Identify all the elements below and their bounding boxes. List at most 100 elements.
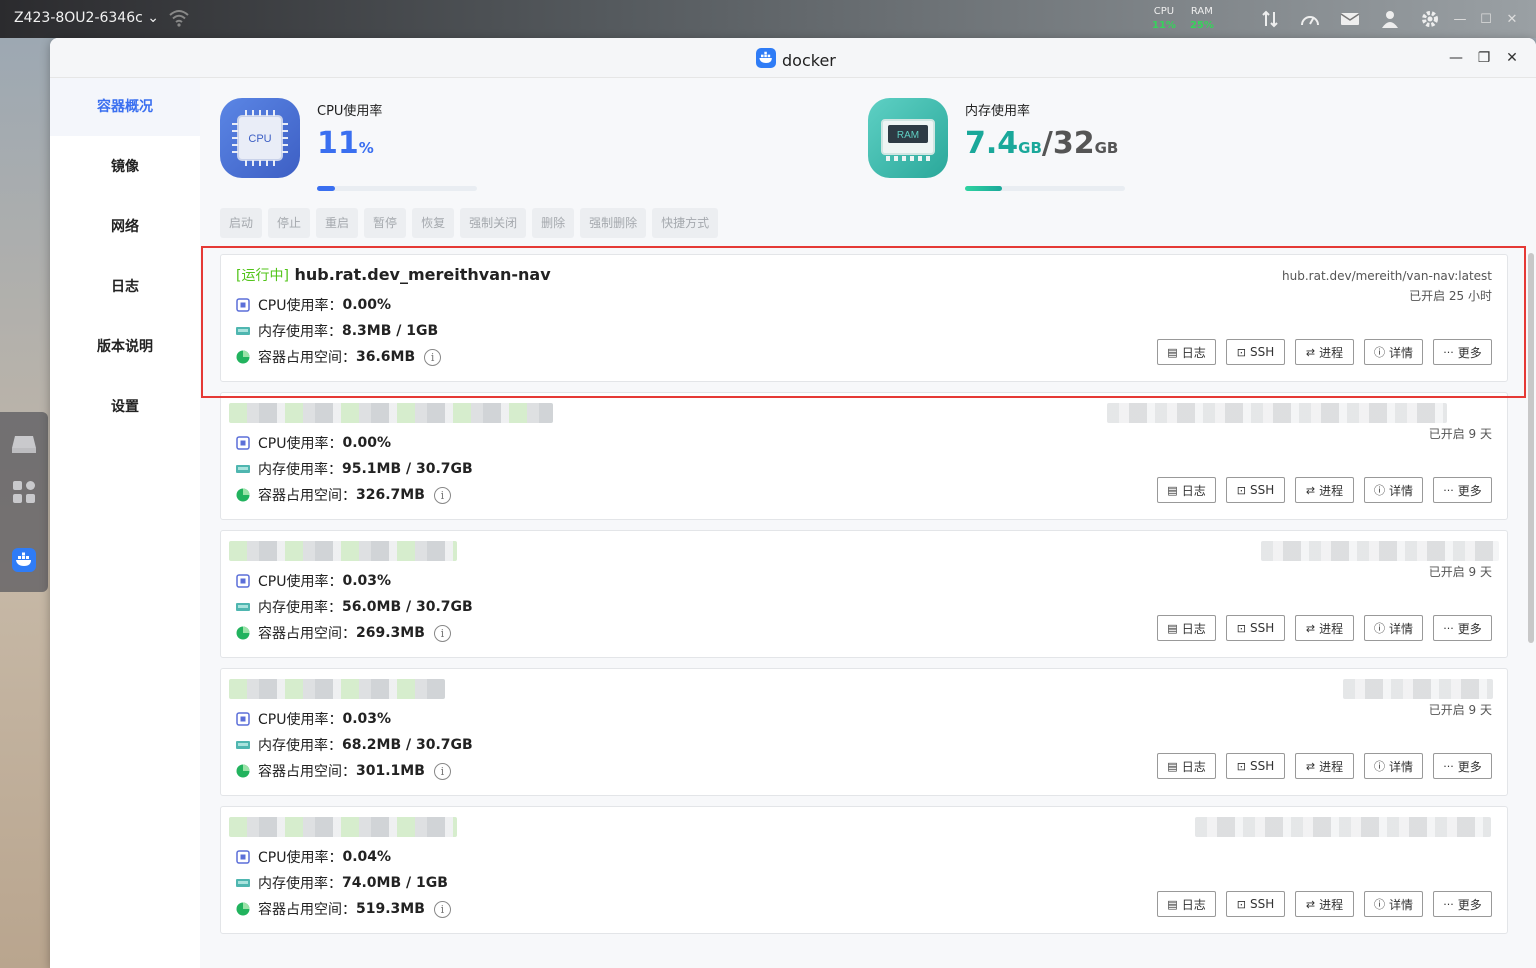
detail-button-label: 详情 xyxy=(1388,759,1413,774)
close-icon[interactable]: ✕ xyxy=(1504,8,1520,30)
speedometer-icon[interactable] xyxy=(1298,8,1322,30)
process-icon: ⇄ xyxy=(1305,897,1316,911)
container-actions: ▤ 日志 ⊡ SSH ⇄ 进程 ⓘ 详情 ··· 更多 xyxy=(1157,891,1492,917)
force-close-button[interactable]: 强制关闭 xyxy=(460,208,527,238)
user-icon[interactable] xyxy=(1378,8,1402,30)
minimize-icon[interactable]: — xyxy=(1452,8,1468,30)
log-button[interactable]: ▤ 日志 xyxy=(1157,615,1216,641)
more-button[interactable]: ··· 更多 xyxy=(1433,477,1492,503)
redacted-container-name xyxy=(229,403,553,423)
cpu-meter-label: CPU xyxy=(1153,6,1175,17)
ssh-button[interactable]: ⊡ SSH xyxy=(1226,891,1285,917)
more-button-label: 更多 xyxy=(1457,759,1482,774)
stop-button[interactable]: 停止 xyxy=(268,208,311,238)
sidebar-item-settings[interactable]: 设置 xyxy=(50,378,200,436)
container-card[interactable]: 已开启 9 天 CPU使用率： 0.00% 内存使用率： 95.1MB / 30.7… xyxy=(220,392,1508,520)
gear-icon[interactable] xyxy=(1418,8,1442,30)
disk-usage-row: 容器占用空间： 301.1MB i xyxy=(236,761,451,781)
sidebar-item-logs[interactable]: 日志 xyxy=(50,258,200,316)
container-card[interactable]: 已开启 9 天 CPU使用率： 0.03% 内存使用率： 68.2MB / 30.7… xyxy=(220,668,1508,796)
device-name-dropdown[interactable]: Z423-8OU2-6346c ⌄ xyxy=(14,10,159,26)
system-top-bar: Z423-8OU2-6346c ⌄ CPU 11% RAM 25% — ☐ ✕ xyxy=(0,0,1536,38)
redacted-container-name xyxy=(229,541,457,561)
mail-icon[interactable] xyxy=(1338,8,1362,30)
process-button[interactable]: ⇄ 进程 xyxy=(1295,339,1354,365)
ellipsis-icon: ··· xyxy=(1443,621,1454,635)
disk-usage-row: 容器占用空间： 519.3MB i xyxy=(236,899,451,919)
container-actions: ▤ 日志 ⊡ SSH ⇄ 进程 ⓘ 详情 ··· 更多 xyxy=(1157,615,1492,641)
maximize-icon[interactable]: ☐ xyxy=(1478,8,1494,30)
ram-meter-value: 25% xyxy=(1189,20,1214,31)
detail-button[interactable]: ⓘ 详情 xyxy=(1364,477,1423,503)
memory-usage-key: 内存使用率： xyxy=(258,738,342,754)
window-restore-icon[interactable]: ❐ xyxy=(1476,48,1492,68)
sidebar-item-release-notes[interactable]: 版本说明 xyxy=(50,318,200,376)
ssh-button[interactable]: ⊡ SSH xyxy=(1226,753,1285,779)
more-button[interactable]: ··· 更多 xyxy=(1433,339,1492,365)
drive-icon[interactable] xyxy=(10,430,38,458)
container-card[interactable]: CPU使用率： 0.04% 内存使用率： 74.0MB / 1GB 容器占用空间： 5… xyxy=(220,806,1508,934)
detail-button[interactable]: ⓘ 详情 xyxy=(1364,339,1423,365)
process-button[interactable]: ⇄ 进程 xyxy=(1295,477,1354,503)
ssh-button-label: SSH xyxy=(1249,621,1275,635)
restart-button[interactable]: 重启 xyxy=(316,208,359,238)
process-button[interactable]: ⇄ 进程 xyxy=(1295,615,1354,641)
delete-button[interactable]: 删除 xyxy=(532,208,575,238)
process-icon: ⇄ xyxy=(1305,345,1316,359)
redacted-container-image xyxy=(1343,679,1493,699)
detail-button[interactable]: ⓘ 详情 xyxy=(1364,891,1423,917)
ssh-button[interactable]: ⊡ SSH xyxy=(1226,339,1285,365)
container-actions: ▤ 日志 ⊡ SSH ⇄ 进程 ⓘ 详情 ··· 更多 xyxy=(1157,339,1492,365)
detail-button[interactable]: ⓘ 详情 xyxy=(1364,753,1423,779)
container-card[interactable]: [运行中] hub.rat.dev_mereithvan-nav hub.rat… xyxy=(220,254,1508,382)
window-minimize-icon[interactable]: — xyxy=(1448,48,1464,68)
sidebar-item-network[interactable]: 网络 xyxy=(50,198,200,256)
more-button[interactable]: ··· 更多 xyxy=(1433,891,1492,917)
docker-window: docker — ❐ ✕ 容器概况 镜像 网络 日志 版本说明 设置 CPU C… xyxy=(50,38,1536,968)
sidebar-item-overview[interactable]: 容器概况 xyxy=(50,78,200,136)
log-button[interactable]: ▤ 日志 xyxy=(1157,477,1216,503)
log-button[interactable]: ▤ 日志 xyxy=(1157,891,1216,917)
scrollbar[interactable] xyxy=(1528,253,1534,643)
detail-button[interactable]: ⓘ 详情 xyxy=(1364,615,1423,641)
info-icon[interactable]: i xyxy=(433,486,451,504)
info-icon[interactable]: i xyxy=(433,762,451,780)
cpu-meter: CPU 11% xyxy=(1152,5,1176,33)
log-button[interactable]: ▤ 日志 xyxy=(1157,753,1216,779)
apps-grid-icon[interactable] xyxy=(10,478,38,506)
container-status: [运行中] xyxy=(236,268,289,284)
ssh-button[interactable]: ⊡ SSH xyxy=(1226,615,1285,641)
pause-button[interactable]: 暂停 xyxy=(364,208,407,238)
cpu-small-icon xyxy=(236,436,250,450)
info-icon[interactable]: i xyxy=(433,624,451,642)
process-button[interactable]: ⇄ 进程 xyxy=(1295,891,1354,917)
more-button[interactable]: ··· 更多 xyxy=(1433,615,1492,641)
window-close-icon[interactable]: ✕ xyxy=(1504,48,1520,68)
ellipsis-icon: ··· xyxy=(1443,897,1454,911)
process-icon: ⇄ xyxy=(1305,759,1316,773)
memory-usage-key: 内存使用率： xyxy=(258,324,342,340)
transfer-icon[interactable] xyxy=(1258,8,1282,30)
shortcut-button[interactable]: 快捷方式 xyxy=(652,208,719,238)
terminal-icon: ⊡ xyxy=(1236,897,1246,911)
start-button[interactable]: 启动 xyxy=(220,208,263,238)
info-icon[interactable]: i xyxy=(433,900,451,918)
info-circle-icon: ⓘ xyxy=(1373,622,1385,635)
more-button[interactable]: ··· 更多 xyxy=(1433,753,1492,779)
detail-button-label: 详情 xyxy=(1388,621,1413,636)
terminal-icon: ⊡ xyxy=(1236,483,1246,497)
ssh-button[interactable]: ⊡ SSH xyxy=(1226,477,1285,503)
info-circle-icon: ⓘ xyxy=(1373,760,1385,773)
info-icon[interactable]: i xyxy=(424,348,442,366)
docker-dock-icon[interactable] xyxy=(10,546,38,574)
resume-button[interactable]: 恢复 xyxy=(412,208,455,238)
force-delete-button[interactable]: 强制删除 xyxy=(580,208,647,238)
disk-usage-key: 容器占用空间： xyxy=(258,902,356,918)
info-circle-icon: ⓘ xyxy=(1373,484,1385,497)
terminal-icon: ⊡ xyxy=(1236,759,1246,773)
wifi-icon xyxy=(168,9,190,29)
process-button[interactable]: ⇄ 进程 xyxy=(1295,753,1354,779)
log-button[interactable]: ▤ 日志 xyxy=(1157,339,1216,365)
sidebar-item-images[interactable]: 镜像 xyxy=(50,138,200,196)
container-card[interactable]: 已开启 9 天 CPU使用率： 0.03% 内存使用率： 56.0MB / 30.7… xyxy=(220,530,1508,658)
